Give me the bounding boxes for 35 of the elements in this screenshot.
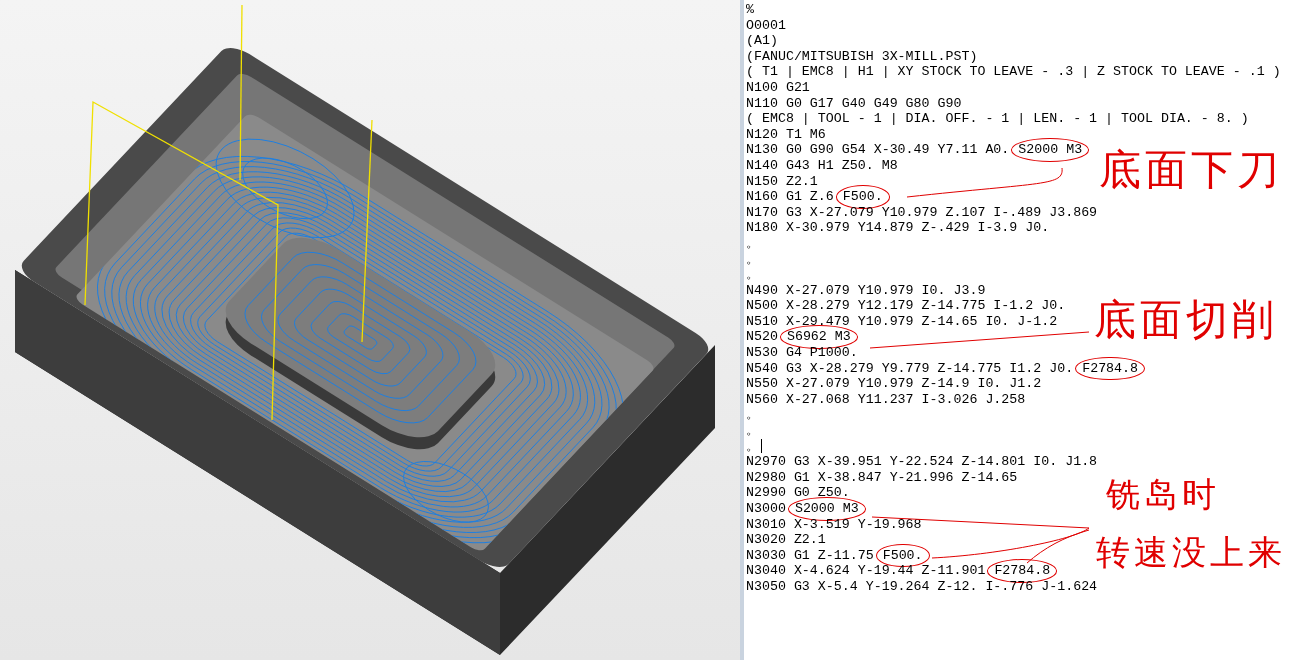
code-line: N520 [746, 329, 778, 346]
code-line: N3000 [746, 501, 786, 517]
code-line: ( EMC8 | TOOL - 1 | DIA. OFF. - 1 | LEN. - 1 | TOOL DIA. - 8. ) [746, 111, 1249, 127]
handwritten-note: 转速没上来 [1096, 531, 1286, 574]
handwritten-note: 铣岛时 [1106, 473, 1220, 516]
code-line: % [746, 2, 754, 18]
code-line: 。 [746, 438, 759, 455]
code-line: N130 G0 G90 G54 X-30.49 Y7.11 A0. [746, 142, 1010, 158]
code-line: N560 X-27.068 Y11.237 I-3.026 J.258 [746, 391, 1026, 408]
handwritten-note: 底面下刀 [1099, 144, 1283, 196]
code-line: N150 Z2.1 [746, 173, 818, 190]
code-line: 。 [746, 251, 759, 268]
code-line: N100 G21 [746, 79, 810, 96]
code-line: N550 X-27.079 Y10.979 Z-14.9 I0. J1.2 [746, 376, 1042, 392]
code-line: N2980 G1 X-38.847 Y-21.996 Z-14.65 [746, 469, 1018, 486]
code-line: N500 X-28.279 Y12.179 Z-14.775 I-1.2 J0. [746, 298, 1066, 314]
code-line: N490 X-27.079 Y10.979 I0. J3.9 [746, 282, 986, 299]
code-line: N3020 Z2.1 [746, 532, 826, 548]
code-line: 。 [746, 267, 759, 283]
handwritten-note: 底面切削 [1094, 294, 1278, 346]
code-line: N180 X-30.979 Y14.879 Z-.429 I-3.9 J0. [746, 220, 1050, 236]
code-line: O0001 [746, 17, 786, 34]
code-line: 。 [746, 235, 759, 252]
code-line: (FANUC/MITSUBISH 3X-MILL.PST) [746, 48, 978, 65]
code-line: N110 G0 G17 G40 G49 G80 G90 [746, 95, 962, 112]
code-line: N120 T1 M6 [746, 126, 826, 143]
code-line: (A1) [746, 33, 778, 49]
code-line: N540 G3 X-28.279 Y9.779 Z-14.775 I1.2 J0. [746, 360, 1074, 377]
code-line: ( T1 | EMC8 | H1 | XY STOCK TO LEAVE - .3 | Z STOCK TO LEAVE - .1 ) [746, 64, 1281, 80]
code-line: 。 [746, 423, 759, 439]
code-line: N3030 G1 Z-11.75 [746, 547, 874, 564]
code-line: N2970 G3 X-39.951 Y-22.524 Z-14.801 I0. J1.8 [746, 454, 1098, 470]
code-line: N140 G43 H1 Z50. M8 [746, 157, 898, 174]
code-line: 。 [746, 407, 759, 424]
code-line: N160 G1 Z.6 [746, 189, 834, 205]
